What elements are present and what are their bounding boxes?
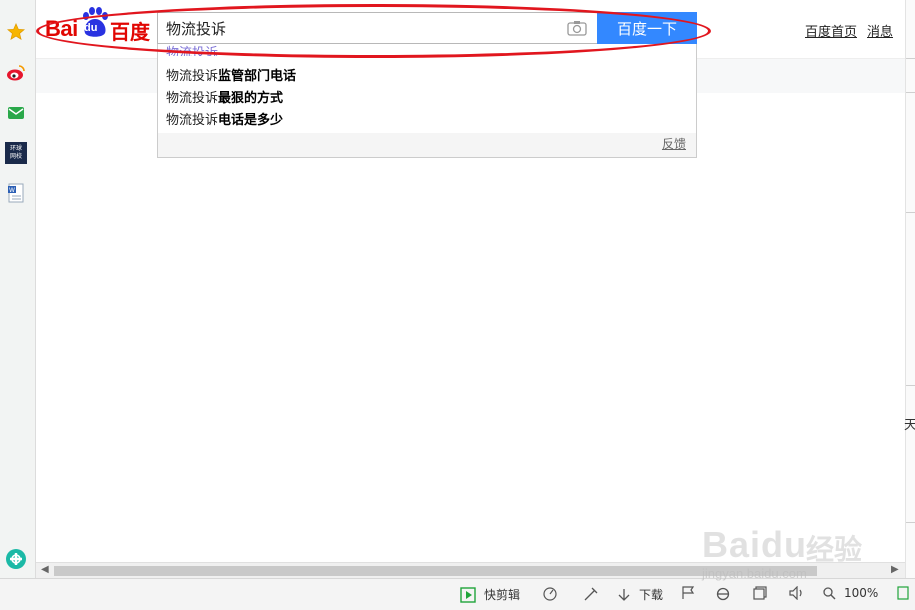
- logo-chinese: 百度: [110, 20, 150, 44]
- search-box: [157, 12, 597, 44]
- feedback-link[interactable]: 反馈: [662, 135, 686, 152]
- add-app-icon[interactable]: [5, 548, 27, 570]
- scroll-right-icon[interactable]: ▶: [891, 564, 899, 575]
- quick-clip-icon: [460, 586, 476, 603]
- suggestion-footer: 反馈: [158, 133, 696, 157]
- zoom-control[interactable]: 100%: [823, 586, 878, 600]
- clipped-text: 天: [904, 418, 915, 433]
- suggestion-partial[interactable]: 物流投诉: [166, 44, 218, 56]
- download-button[interactable]: 下载: [617, 586, 663, 603]
- suggestion-prefix: 物流投诉: [166, 113, 219, 128]
- suggestion-suffix: 最狠的方式: [218, 91, 284, 106]
- suggestion-item[interactable]: 物流投诉监管部门电话: [166, 67, 296, 87]
- huanqiu-news-icon[interactable]: 环球 网校: [5, 142, 27, 164]
- word-doc-icon[interactable]: W: [5, 182, 27, 204]
- watermark-url: jingyan.baidu.com: [702, 566, 807, 581]
- weibo-icon[interactable]: [5, 62, 27, 84]
- watermark-cn: 经验: [806, 533, 863, 566]
- download-label: 下载: [639, 588, 664, 602]
- flag-icon[interactable]: [681, 586, 695, 600]
- window-icon[interactable]: [753, 586, 767, 600]
- search-input[interactable]: [166, 13, 556, 43]
- zoom-level: 100%: [844, 586, 879, 600]
- messages-link[interactable]: 消息: [867, 21, 893, 40]
- suggestion-suffix: 电话是多少: [218, 113, 284, 128]
- browser-sidebar: 环球 网校 W: [0, 0, 36, 578]
- status-extra-icon[interactable]: [897, 586, 909, 600]
- svg-text:W: W: [9, 187, 15, 194]
- suggestion-prefix: 物流投诉: [166, 69, 219, 84]
- volume-icon[interactable]: [789, 586, 805, 600]
- right-edge-strip: [905, 0, 915, 578]
- speed-icon[interactable]: [542, 586, 558, 602]
- quick-clip-button[interactable]: 快剪辑: [460, 586, 520, 603]
- status-bar: 快剪辑 下载 100%: [0, 578, 915, 610]
- suggestion-item[interactable]: 物流投诉最狠的方式: [166, 89, 283, 109]
- camera-icon[interactable]: [567, 20, 587, 36]
- suggestion-prefix: 物流投诉: [166, 91, 219, 106]
- suggestion-suffix: 监管部门电话: [218, 69, 297, 84]
- download-icon: [618, 588, 630, 601]
- mail-icon[interactable]: [5, 102, 27, 124]
- zoom-icon: [823, 586, 836, 599]
- logo-du: du: [84, 22, 98, 34]
- star-icon[interactable]: [5, 21, 27, 43]
- ie-icon[interactable]: [715, 586, 731, 602]
- baidu-home-link[interactable]: 百度首页: [805, 21, 857, 40]
- search-button[interactable]: 百度一下: [597, 12, 697, 44]
- search-suggestions: 物流投诉 物流投诉监管部门电话 物流投诉最狠的方式 物流投诉电话是多少 反馈: [157, 44, 697, 158]
- quick-clip-label: 快剪辑: [484, 588, 521, 602]
- watermark-logo: Baidu: [702, 524, 808, 565]
- pin-icon[interactable]: [583, 586, 599, 602]
- suggestion-item[interactable]: 物流投诉电话是多少: [166, 111, 283, 131]
- scroll-left-icon[interactable]: ◀: [41, 564, 49, 575]
- logo-latin: Bai: [45, 16, 78, 41]
